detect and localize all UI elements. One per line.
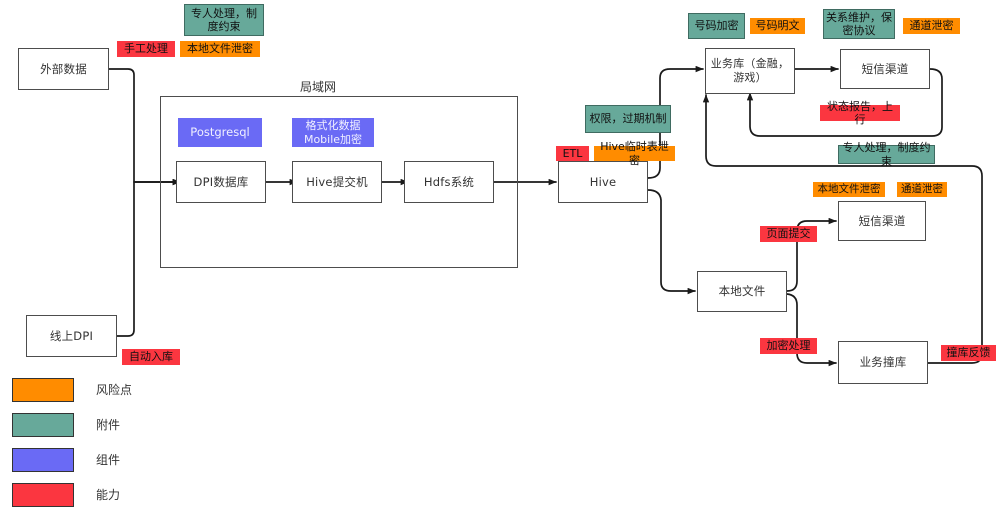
tag-label: 关系维护，保 密协议 — [826, 10, 892, 37]
tag-label: 状态报告，上行 — [827, 99, 893, 126]
tag-specialist-2: 专人处理，制度约束 — [838, 141, 935, 168]
legend-swatch — [12, 412, 74, 437]
tag-relation-nda: 关系维护，保 密协议 — [823, 9, 895, 39]
node-label: 短信渠道 — [858, 213, 906, 228]
tag-label: 撞库反馈 — [946, 346, 991, 360]
tag-manual-process: 手工处理 — [117, 41, 175, 57]
tag-label: 本地文件泄密 — [817, 183, 881, 196]
node-label: Hive — [589, 174, 617, 189]
tag-label: 本地文件泄密 — [187, 42, 253, 56]
node-hdfs[interactable]: Hdfs系统 — [404, 161, 494, 203]
node-local-file[interactable]: 本地文件 — [697, 271, 787, 312]
tag-channel-leak-2: 通道泄密 — [897, 182, 947, 197]
node-label: DPI数据库 — [193, 174, 249, 189]
tag-label: 号码加密 — [694, 19, 739, 33]
node-hive[interactable]: Hive — [558, 161, 648, 203]
tag-label: Postgresql — [190, 124, 250, 139]
node-label: 线上DPI — [49, 328, 94, 343]
tag-number-plaintext: 号码明文 — [750, 18, 805, 34]
node-label: Hdfs系统 — [423, 174, 475, 189]
legend-swatch — [12, 377, 74, 402]
legend: 风险点 附件 组件 能力 — [12, 372, 132, 512]
node-business-db[interactable]: 业务库（金融，游戏） — [705, 48, 795, 94]
node-hive-submitter[interactable]: Hive提交机 — [292, 161, 382, 203]
tag-label: 手工处理 — [124, 42, 168, 56]
diagram-canvas: 局域网 外部数据 线上DPI DPI数据库 Hive提交机 Hdfs系统 Hiv… — [0, 0, 1000, 507]
tag-hive-temp-leak: Hive临时表泄密 — [594, 140, 675, 167]
tag-label: ETL — [562, 146, 583, 160]
node-label: Hive提交机 — [306, 174, 368, 189]
tag-label: 自动入库 — [129, 350, 173, 364]
legend-label: 组件 — [96, 453, 121, 467]
node-label: 业务撞库 — [859, 355, 907, 370]
node-online-dpi[interactable]: 线上DPI — [26, 315, 117, 357]
node-credential-stuffing[interactable]: 业务撞库 — [838, 341, 928, 384]
legend-item-attachment: 附件 — [12, 407, 132, 442]
tag-label: 格式化数据 Mobile加密 — [303, 119, 363, 146]
node-sms-channel-top[interactable]: 短信渠道 — [840, 49, 930, 89]
legend-label: 风险点 — [96, 383, 133, 397]
tag-label: 页面提交 — [766, 227, 811, 241]
legend-item-capability: 能力 — [12, 477, 132, 512]
legend-item-risk: 风险点 — [12, 372, 132, 407]
tag-label: 加密处理 — [766, 339, 811, 353]
tag-label: 通道泄密 — [901, 183, 943, 196]
tag-number-encrypt: 号码加密 — [688, 13, 745, 39]
tag-status-report: 状态报告，上行 — [820, 100, 900, 126]
lan-group-label: 局域网 — [300, 80, 337, 94]
legend-label: 附件 — [96, 418, 121, 432]
tag-label: Hive临时表泄密 — [600, 140, 669, 167]
node-label: 外部数据 — [40, 61, 87, 76]
node-dpi-db[interactable]: DPI数据库 — [176, 161, 266, 203]
legend-item-component: 组件 — [12, 442, 132, 477]
tag-permission-expiry: 权限，过期机制 — [585, 105, 671, 133]
tag-page-submit: 页面提交 — [760, 226, 817, 242]
node-external-data[interactable]: 外部数据 — [18, 48, 109, 90]
node-sms-channel-mid[interactable]: 短信渠道 — [838, 201, 926, 241]
tag-stuffing-feedback: 撞库反馈 — [941, 345, 996, 361]
tag-label: 通道泄密 — [909, 19, 954, 33]
tag-label: 专人处理，制度约束 — [842, 141, 931, 168]
tag-etl: ETL — [556, 146, 589, 161]
tag-channel-leak-1: 通道泄密 — [903, 18, 960, 34]
tag-label: 号码明文 — [755, 19, 800, 33]
tag-auto-ingest: 自动入库 — [122, 349, 180, 365]
tag-formatted-mobile: 格式化数据 Mobile加密 — [292, 118, 374, 147]
node-label: 本地文件 — [718, 284, 766, 299]
tag-specialist-1: 专人处理，制度约束 — [184, 4, 264, 36]
tag-postgresql: Postgresql — [178, 118, 262, 147]
tag-encrypt-process: 加密处理 — [760, 338, 817, 354]
tag-local-file-leak-1: 本地文件泄密 — [180, 41, 260, 57]
tag-label: 专人处理，制度约束 — [191, 6, 257, 33]
legend-swatch — [12, 482, 74, 507]
tag-label: 权限，过期机制 — [589, 112, 667, 126]
node-label: 短信渠道 — [861, 61, 909, 76]
legend-label: 能力 — [96, 488, 121, 502]
node-label: 业务库（金融，游戏） — [710, 57, 790, 84]
legend-swatch — [12, 447, 74, 472]
tag-local-file-leak-2: 本地文件泄密 — [813, 182, 885, 197]
